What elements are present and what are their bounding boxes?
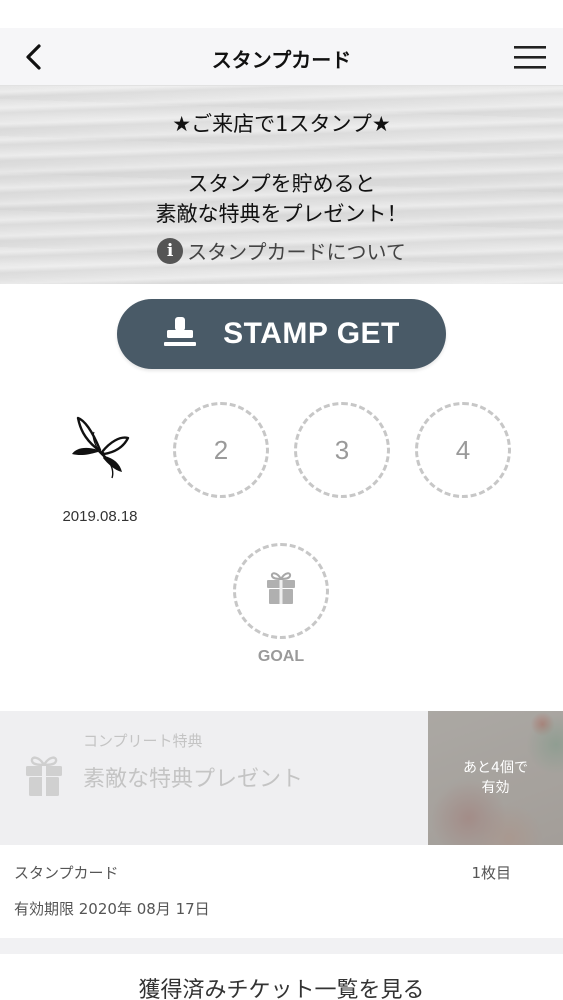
card-count: 1枚目 [471, 864, 511, 882]
stamp-slot-2: 2 [173, 402, 269, 498]
hamburger-menu-icon[interactable] [513, 44, 547, 70]
remaining-count-text: あと4個で [463, 760, 528, 776]
hero-description-line1: スタンプを貯めると [187, 172, 376, 196]
complete-reward-title: 素敵な特典プレゼント [83, 767, 304, 792]
butterfly-icon [62, 416, 138, 486]
stamp-get-label: STAMP GET [223, 317, 400, 350]
stamp-date: 2019.08.18 [62, 508, 138, 525]
stamp-slot-3: 3 [294, 402, 390, 498]
gift-icon [265, 570, 297, 613]
info-icon: i [157, 237, 184, 264]
hero-banner: ★ご来店で1スタンプ★ スタンプを貯めると 素敵な特典をプレゼント！ i スタン… [0, 86, 563, 284]
reward-lock-overlay: あと4個で 有効 [428, 711, 563, 845]
reward-thumbnail: あと4個で 有効 [428, 711, 563, 845]
valid-text: 有効 [481, 780, 510, 796]
page-title: スタンプカード [211, 48, 352, 72]
about-stamp-card-link[interactable]: i スタンプカードについて [0, 236, 563, 265]
hero-headline: ★ご来店で1スタンプ★ [172, 112, 391, 136]
nav-bar: スタンプカード [0, 28, 563, 86]
complete-reward-caption: コンプリート特典 [83, 732, 203, 750]
card-expiry: 有効期限 2020年 08月 17日 [14, 900, 210, 918]
gift-icon [24, 754, 64, 798]
status-bar [0, 0, 563, 28]
stamp-slot-4: 4 [415, 402, 511, 498]
stamp-icon [163, 316, 197, 352]
stamp-slot-1 [62, 414, 138, 482]
goal-label: GOAL [257, 648, 305, 665]
chevron-left-icon[interactable] [20, 42, 50, 72]
complete-reward-panel[interactable]: コンプリート特典 素敵な特典プレゼント あと4個で 有効 [0, 711, 563, 845]
acquired-tickets-link[interactable]: 獲得済みチケット一覧を見る [0, 972, 563, 1000]
hero-description-line2: 素敵な特典をプレゼント！ [155, 202, 408, 226]
section-divider [0, 938, 563, 954]
card-label: スタンプカード [14, 864, 119, 882]
goal-slot [233, 543, 329, 639]
stamp-get-button[interactable]: STAMP GET [117, 299, 446, 369]
about-link-label: スタンプカードについて [187, 240, 406, 264]
